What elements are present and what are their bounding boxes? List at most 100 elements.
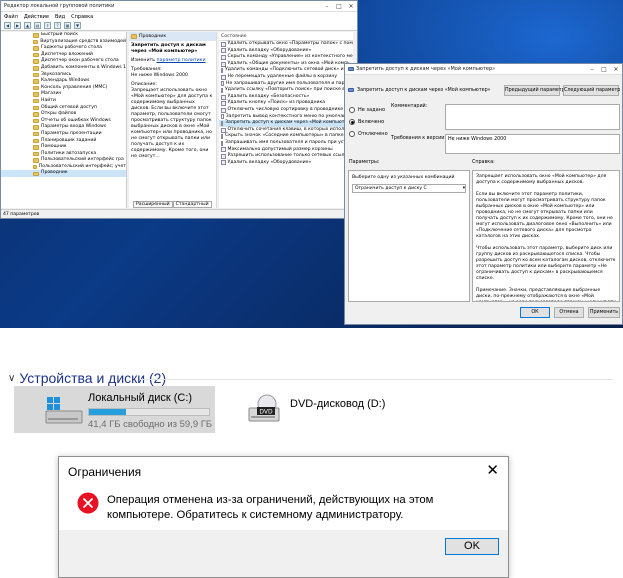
tree-item-label: Быстрый поиск [41,32,79,37]
tree-item[interactable]: Найти [1,98,126,105]
local-disk-icon [45,397,83,424]
policy-description-pane: Проводник Запретить доступ к дискам чере… [129,32,217,208]
policy-row[interactable]: Скрыть команду «Управление» из контекстн… [219,54,353,61]
policy-row[interactable]: Разрешить использование только сетевых с… [219,153,353,160]
comment-field[interactable] [445,104,620,130]
folder-icon [33,52,39,58]
tree-item[interactable]: Консоль управления (MMC) [1,85,126,92]
policy-row[interactable]: Удалить вкладку «Оборудование» [219,160,353,167]
chevron-down-icon: ▾ [462,186,465,191]
tree-item-label: Откры файлов [41,111,77,117]
policy-row[interactable]: Удалить кнопку «Поиск» из проводника [219,100,353,107]
folder-icon [33,158,39,163]
tree-item[interactable]: Добавить компоненты в Windows 1 [1,65,126,72]
drive-c-usage-fill [89,409,127,415]
desktop-background: Редактор локальной групповой политики – … [0,0,623,328]
radio-circle-selected [349,119,355,125]
mid-policy-title: Запретить доступ к дискам через «Мой ком… [131,43,206,54]
policy-setting-icon [221,81,224,87]
show-tree-icon[interactable]: ▤ [34,22,41,29]
help-icon[interactable]: ? [54,22,61,29]
tree-item[interactable]: Проводник [1,170,126,178]
tree-item[interactable]: Диспетчер окон рабочего стола [1,58,126,65]
list-header-state[interactable]: Состояние [219,32,353,41]
policy-row[interactable]: Отключить числовую сортировку в проводни… [219,107,353,114]
mid-req-value: Не ниже Windows 2000 [131,73,188,78]
tree-item[interactable]: Параметры презентации [1,131,126,138]
tree-item-label: Диспетчер окон рабочего стола [41,58,119,64]
gpedit-toolbar: ◀ ▶ ▲ ▤ ⇪ ? ▦ ▼ [1,21,357,31]
folder-icon [33,98,39,104]
up-folder-icon[interactable]: ▲ [24,22,31,29]
tree-item[interactable]: Откры файлов [1,111,126,118]
tree-item[interactable]: Быстрый поиск [1,32,126,39]
filter-icon[interactable]: ▼ [74,22,81,29]
policy-row[interactable]: Не перемещать удаленные файлы в корзину [219,74,353,81]
menu-view[interactable]: Вид [55,14,65,20]
comment-label: Комментарий: [391,104,428,109]
menu-help[interactable]: Справка [71,14,93,20]
maximize-icon[interactable]: □ [333,3,345,10]
back-icon[interactable]: ◀ [4,22,11,29]
close-icon[interactable]: ✕ [486,461,499,479]
policy-setting-icon [221,127,226,133]
radio-enabled[interactable]: Включено [349,116,429,128]
ok-button[interactable]: OK [445,538,499,555]
edit-policy-link[interactable]: параметр политики [157,58,206,63]
ok-button[interactable]: ОК [520,307,550,318]
devices-section-header[interactable]: ∨ Устройства и диски (2) [8,370,166,386]
tab-extended[interactable]: Расширенный [133,201,173,208]
gpedit-menubar: Файл Действие Вид Справка [1,12,357,21]
mid-desc-text: Запрещает использовать окно «Мой компьют… [131,88,213,159]
drive-restriction-select[interactable]: Ограничить доступ к диску C ▾ [352,184,466,193]
explorer-pane: ∨ Устройства и диски (2) Локальный диск … [0,328,623,578]
cancel-button[interactable]: Отмена [554,307,584,318]
radio-circle [349,107,355,113]
policy-row[interactable]: Удалить команды «Подключить сетевой диск… [219,67,353,74]
minimize-icon[interactable]: – [586,66,598,73]
policy-row[interactable]: Удалить ссылку «Повторить поиск» при пои… [219,87,353,94]
forward-icon[interactable]: ▶ [14,22,21,29]
policy-row[interactable]: Удалить открывать окно «Параметры папок»… [219,41,353,48]
dialog-footer [59,530,508,577]
policy-row-label: Запрашивать имя пользователя и пароль пр… [225,139,353,145]
drive-c-tile[interactable]: Локальный диск (C:) 41,4 ГБ свободно из … [14,386,215,433]
policy-setting-icon [221,153,226,159]
gpedit-tree[interactable]: Быстрый поиск Виртуализация средств взаим… [1,32,127,208]
policy-dialog-header: Запретить доступ к дискам через «Мой ком… [348,79,620,101]
next-setting-button[interactable]: Следующий параметр [563,84,620,96]
menu-file[interactable]: Файл [4,14,18,20]
tab-standard[interactable]: Стандартный [172,201,212,208]
close-icon[interactable]: ✕ [610,66,622,73]
tree-item[interactable]: Помощник [1,144,126,151]
tree-item[interactable]: Гаджеты рабочего стола [1,45,126,52]
maximize-icon[interactable]: □ [598,66,610,73]
policy-setting-icon [221,48,226,54]
tree-item[interactable]: Пользовательский интерфейс гра [1,157,126,164]
policy-row[interactable]: Скрыть значок «Соседние компьютеры» в па… [219,133,353,140]
close-icon[interactable]: ✕ [345,3,357,10]
policy-setting-icon [221,160,226,166]
policy-row[interactable]: Запретить доступ к дискам через «Мой ком… [219,120,353,127]
policy-setting-icon [221,41,226,47]
folder-icon [33,131,39,137]
policy-row[interactable]: Запрашивать имя пользователя и пароль пр… [219,140,353,147]
menu-action[interactable]: Действие [24,14,49,20]
tree-item[interactable]: Магазин [1,91,126,98]
policy-icon [348,66,354,72]
minimize-icon[interactable]: – [321,3,333,10]
properties-icon[interactable]: ▦ [64,22,71,29]
gpedit-title: Редактор локальной групповой политики [4,3,115,9]
tree-item-label: Добавить компоненты в Windows 1 [40,64,126,70]
policy-row-label: Удалить вкладку «Оборудование» [227,159,312,165]
prev-setting-button[interactable]: Предыдущий параметр [504,84,565,96]
policy-setting-icon [221,134,223,140]
dvd-drive-tile[interactable]: DVD DVD-дисковод (D:) [245,390,425,430]
folder-icon [33,72,39,78]
tree-item[interactable]: Параметры входа Windows [1,124,126,131]
tree-item-label: Параметры входа Windows [41,124,107,130]
policy-list: Состояние Удалить открывать окно «Параме… [219,32,353,208]
tree-item[interactable]: Календарь Windows [1,78,126,85]
export-icon[interactable]: ⇪ [44,22,51,29]
apply-button[interactable]: Применить [588,307,620,318]
